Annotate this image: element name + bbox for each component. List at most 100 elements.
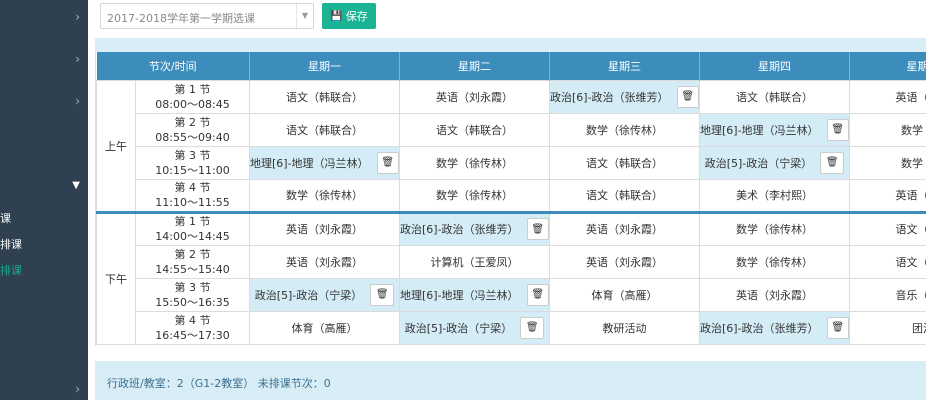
course-cell[interactable]: 语文（韩联: [849, 244, 926, 279]
trash-icon[interactable]: 🗑: [520, 316, 545, 339]
save-button[interactable]: 💾 保存: [322, 3, 376, 29]
dropdown-caret-icon[interactable]: ▼: [296, 4, 313, 28]
course-name: 数学（徐传林）: [436, 156, 513, 170]
header-day-thursday: 星期四: [699, 52, 850, 80]
chevron-right-icon[interactable]: ›: [75, 52, 80, 66]
course-cell[interactable]: 地理[6]-地理（冯兰林） 🗑: [699, 112, 850, 147]
course-cell[interactable]: 数学（徐: [849, 145, 926, 180]
sidebar-subitem[interactable]: 课: [0, 210, 11, 226]
course-name: 语文（韩联: [895, 223, 926, 236]
period-cell: 第 4 节 11:10～11:55: [135, 178, 250, 213]
course-cell[interactable]: 政治[5]-政治（宁梁） 🗑: [249, 277, 400, 312]
course-name: 语文（韩联合）: [286, 90, 363, 104]
course-cell[interactable]: 英语（刘永霞）: [249, 210, 400, 246]
course-cell[interactable]: 语文（韩联合）: [249, 112, 400, 147]
timetable-table: 节次/时间 星期一 星期二 星期三 星期四 星期五 上午第 1 节08:00～0…: [96, 52, 926, 345]
table-row: 第 4 节 11:10～11:55 数学（徐传林） 数学（徐传林） 语文（韩联合） 美术（…: [97, 178, 926, 213]
sidebar: › › › ▼ 课 排课 排课 ›: [0, 0, 88, 400]
course-cell[interactable]: 政治[5]-政治（宁梁） 🗑: [699, 145, 850, 180]
caret-down-icon[interactable]: ▼: [72, 180, 80, 191]
course-cell-content: 语文（韩联合）: [401, 122, 549, 138]
trash-icon[interactable]: 🗑: [826, 316, 849, 339]
course-cell[interactable]: 英语（刘永: [849, 79, 926, 114]
chevron-right-icon[interactable]: ›: [75, 94, 80, 108]
course-cell[interactable]: 数学（徐传林）: [549, 112, 700, 147]
course-name: 英语（刘永霞）: [736, 288, 813, 302]
course-cell[interactable]: 美术（李村熙）: [699, 178, 850, 213]
panel-header-strip: [95, 38, 926, 52]
trash-icon[interactable]: 🗑: [826, 118, 849, 141]
course-cell[interactable]: 数学（徐: [849, 112, 926, 147]
trash-icon[interactable]: 🗑: [820, 151, 845, 174]
course-cell-content: 数学（徐: [851, 155, 926, 171]
course-cell[interactable]: 英语（刘永霞）: [399, 79, 550, 114]
course-cell[interactable]: 政治[6]-政治（张维芳） 🗑: [549, 79, 700, 114]
course-name: 英语（刘永霞）: [286, 223, 363, 236]
course-cell[interactable]: 政治[5]-政治（宁梁） 🗑: [399, 310, 550, 345]
course-cell[interactable]: 体育（高雁）: [249, 310, 400, 345]
period-label: 第 3 节: [174, 148, 211, 162]
half-day-afternoon: 下午: [96, 210, 136, 345]
course-cell[interactable]: 音乐（张道: [849, 277, 926, 312]
course-cell-content: 语文（韩联合）: [551, 155, 699, 171]
header-day-wednesday: 星期三: [549, 52, 700, 80]
course-cell-content: 数学（徐传林）: [551, 122, 699, 138]
course-cell-content: 语文（韩联合）: [551, 187, 699, 203]
course-cell-content: 英语（刘永霞）: [551, 221, 699, 237]
trash-icon[interactable]: 🗑: [526, 218, 549, 240]
course-cell[interactable]: 英语（刘永霞）: [249, 244, 400, 279]
course-name: 英语（刘永: [895, 90, 926, 104]
course-name: 英语（刘永霞）: [286, 255, 363, 269]
course-name: 语文（韩联合）: [586, 189, 663, 202]
course-name: 语文（韩联合）: [286, 123, 363, 137]
course-cell[interactable]: 地理[6]-地理（冯兰林） 🗑: [249, 145, 400, 180]
course-cell[interactable]: 政治[6]-政治（张维芳） 🗑: [399, 210, 550, 246]
course-cell[interactable]: 团活: [849, 310, 926, 345]
course-cell-content: 计算机（王爱凤）: [401, 254, 549, 270]
course-cell[interactable]: 语文（韩联合）: [549, 145, 700, 180]
period-time: 11:10～11:55: [155, 196, 230, 209]
course-cell-content: 语文（韩联合）: [701, 89, 849, 105]
course-name: 语文（韩联合）: [436, 123, 513, 137]
course-cell[interactable]: 教研活动: [549, 310, 700, 345]
course-cell[interactable]: 数学（徐传林）: [399, 145, 550, 180]
period-label: 第 4 节: [174, 181, 211, 194]
period-cell: 第 1 节 08:00～08:45: [135, 79, 250, 114]
sidebar-subitem-active[interactable]: 排课: [0, 262, 22, 278]
period-cell: 第 3 节 15:50～16:35: [135, 277, 250, 312]
chevron-right-icon[interactable]: ›: [75, 10, 80, 24]
course-cell[interactable]: 语文（韩联合）: [399, 112, 550, 147]
course-name: 英语（刘永霞）: [586, 223, 663, 236]
course-cell[interactable]: 英语（刘永霞）: [699, 277, 850, 312]
course-cell[interactable]: 语文（韩联: [849, 210, 926, 246]
sidebar-subitem[interactable]: 排课: [0, 236, 22, 252]
period-cell: 第 2 节 14:55～15:40: [135, 244, 250, 279]
course-cell[interactable]: 语文（韩联合）: [249, 79, 400, 114]
trash-icon[interactable]: 🗑: [376, 151, 399, 174]
course-cell[interactable]: 数学（徐传林）: [399, 178, 550, 213]
course-cell[interactable]: 政治[6]-政治（张维芳） 🗑: [699, 310, 850, 345]
course-cell[interactable]: 数学（徐传林）: [249, 178, 400, 213]
period-cell: 第 2 节 08:55～09:40: [135, 112, 250, 147]
trash-icon[interactable]: 🗑: [526, 283, 549, 306]
course-cell[interactable]: 计算机（王爱凤）: [399, 244, 550, 279]
course-cell[interactable]: 地理[6]-地理（冯兰林） 🗑: [399, 277, 550, 312]
course-cell[interactable]: 数学（徐传林）: [699, 210, 850, 246]
course-name: 计算机（王爱凤）: [430, 255, 519, 269]
course-name: 数学（徐: [901, 156, 926, 170]
course-cell[interactable]: 体育（高雁）: [549, 277, 700, 312]
course-cell[interactable]: 英语（刘永霞）: [549, 244, 700, 279]
period-time: 10:15～11:00: [155, 163, 230, 177]
chevron-right-icon[interactable]: ›: [75, 382, 80, 396]
timetable-body: 上午第 1 节 08:00～08:45 语文（韩联合） 英语（刘永霞） 政治[6]-政治…: [96, 79, 926, 345]
trash-icon[interactable]: 🗑: [370, 283, 395, 306]
semester-select[interactable]: 2017-2018学年第一学期选课 ▼: [100, 3, 314, 29]
course-cell[interactable]: 英语（刘永霞）: [549, 210, 700, 246]
course-cell[interactable]: 语文（韩联合）: [699, 79, 850, 114]
course-cell-content: 政治[5]-政治（宁梁） 🗑: [401, 316, 549, 339]
course-cell[interactable]: 数学（徐传林）: [699, 244, 850, 279]
trash-icon[interactable]: 🗑: [676, 85, 699, 108]
course-cell[interactable]: 英语（刘永: [849, 178, 926, 213]
course-cell[interactable]: 语文（韩联合）: [549, 178, 700, 213]
course-cell-content: 语文（韩联: [851, 254, 926, 270]
